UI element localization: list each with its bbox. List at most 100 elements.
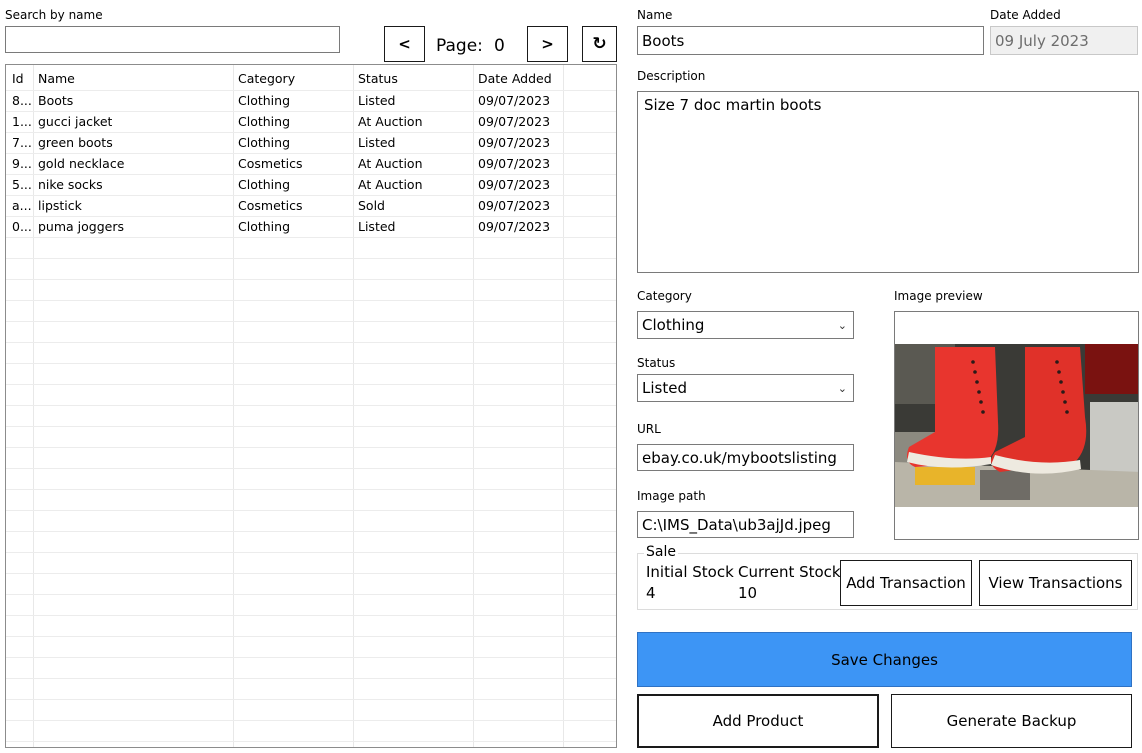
table-cell: Listed [358,219,396,234]
grid-row-divider [6,237,616,238]
grid-row-divider [6,636,616,637]
table-cell: Listed [358,135,396,150]
column-header[interactable]: Category [238,71,295,86]
grid-row-divider [6,657,616,658]
grid-row-divider [6,699,616,700]
table-cell: 09/07/2023 [478,93,551,108]
table-cell: At Auction [358,177,423,192]
grid-row-divider [6,531,616,532]
table-cell: 9... [12,156,32,171]
grid-row-divider [6,678,616,679]
grid-row-divider [6,720,616,721]
status-value: Listed [642,379,687,397]
image-preview-box [894,311,1139,540]
table-cell: green boots [38,135,113,150]
add-transaction-button[interactable]: Add Transaction [840,560,972,606]
table-cell: gucci jacket [38,114,113,129]
image-path-label: Image path [637,489,706,503]
grid-row-divider [6,279,616,280]
grid-row-divider [6,615,616,616]
grid-row-divider [6,426,616,427]
table-cell: 1... [12,114,32,129]
table-cell: Clothing [238,93,291,108]
date-added-field: 09 July 2023 [990,26,1138,55]
next-page-button[interactable]: > [527,26,568,62]
table-row[interactable]: 5... nike socks Clothing At Auction 09/07/20… [6,174,616,195]
table-cell: lipstick [38,198,82,213]
grid-row-divider [6,363,616,364]
date-added-label: Date Added [990,8,1061,22]
grid-row-divider [6,321,616,322]
table-cell: nike socks [38,177,103,192]
grid-row-divider [6,384,616,385]
table-cell: a... [12,198,32,213]
table-row[interactable]: a... lipstick Cosmetics Sold 09/07/2023 [6,195,616,216]
table-row[interactable]: 7... green boots Clothing Listed 09/07/2023 [6,132,616,153]
status-label: Status [637,356,676,370]
column-header[interactable]: Name [38,71,75,86]
category-label: Category [637,289,692,303]
table-cell: Clothing [238,177,291,192]
table-cell: gold necklace [38,156,125,171]
grid-row-divider [6,342,616,343]
table-cell: Cosmetics [238,198,303,213]
table-cell: 5... [12,177,32,192]
grid-row-divider [6,300,616,301]
initial-stock-label: Initial Stock [646,563,734,581]
generate-backup-button[interactable]: Generate Backup [891,694,1132,748]
refresh-icon: ↻ [592,34,607,54]
table-cell: At Auction [358,114,423,129]
table-row[interactable]: 8... Boots Clothing Listed 09/07/2023 [6,90,616,111]
table-cell: Clothing [238,114,291,129]
search-input[interactable] [5,26,340,53]
table-cell: 8... [12,93,32,108]
image-path-field[interactable]: C:\IMS_Data\ub3ajJd.jpeg [637,511,854,538]
current-stock-label: Current Stock [738,563,841,581]
column-header[interactable]: Id [12,71,24,86]
chevron-down-icon: ⌄ [837,381,847,395]
category-value: Clothing [642,316,705,334]
category-dropdown[interactable]: Clothing ⌄ [637,311,854,339]
search-label: Search by name [5,8,103,22]
table-cell: Clothing [238,219,291,234]
chevron-down-icon: ⌄ [837,318,847,332]
grid-row-divider [6,594,616,595]
page-number: 0 [494,36,505,56]
add-product-button[interactable]: Add Product [637,694,879,748]
view-transactions-button[interactable]: View Transactions [979,560,1132,606]
description-field[interactable]: Size 7 doc martin boots [637,91,1139,273]
table-cell: Sold [358,198,385,213]
table-cell: Listed [358,93,396,108]
description-label: Description [637,69,706,83]
grid-row-divider [6,405,616,406]
table-cell: 09/07/2023 [478,135,551,150]
url-field[interactable]: ebay.co.uk/mybootslisting [637,444,854,471]
grid-row-divider [6,510,616,511]
initial-stock-value: 4 [646,584,656,602]
grid-row-divider [6,573,616,574]
status-dropdown[interactable]: Listed ⌄ [637,374,854,402]
current-stock-value: 10 [738,584,758,602]
column-header[interactable]: Status [358,71,398,86]
name-label: Name [637,8,673,22]
prev-page-button[interactable]: < [384,26,425,62]
table-cell: 0... [12,219,32,234]
grid-row-divider [6,489,616,490]
refresh-button[interactable]: ↻ [582,26,617,62]
table-row[interactable]: 0... puma joggers Clothing Listed 09/07/2023 [6,216,616,237]
table-cell: 09/07/2023 [478,114,551,129]
name-field[interactable]: Boots [637,26,984,55]
table-row[interactable]: 9... gold necklace Cosmetics At Auction 09/0… [6,153,616,174]
boots-photo [895,344,1138,507]
table-cell: At Auction [358,156,423,171]
grid-row-divider [6,552,616,553]
save-changes-button[interactable]: Save Changes [637,632,1132,687]
table-cell: 09/07/2023 [478,198,551,213]
table-cell: 09/07/2023 [478,177,551,192]
table-row[interactable]: 1... gucci jacket Clothing At Auction 09/07/… [6,111,616,132]
products-grid[interactable]: Id Name Category Status Date Added 8... Boots C… [5,64,617,748]
table-cell: 09/07/2023 [478,156,551,171]
grid-row-divider [6,258,616,259]
column-header[interactable]: Date Added [478,71,552,86]
image-preview-label: Image preview [894,289,983,303]
